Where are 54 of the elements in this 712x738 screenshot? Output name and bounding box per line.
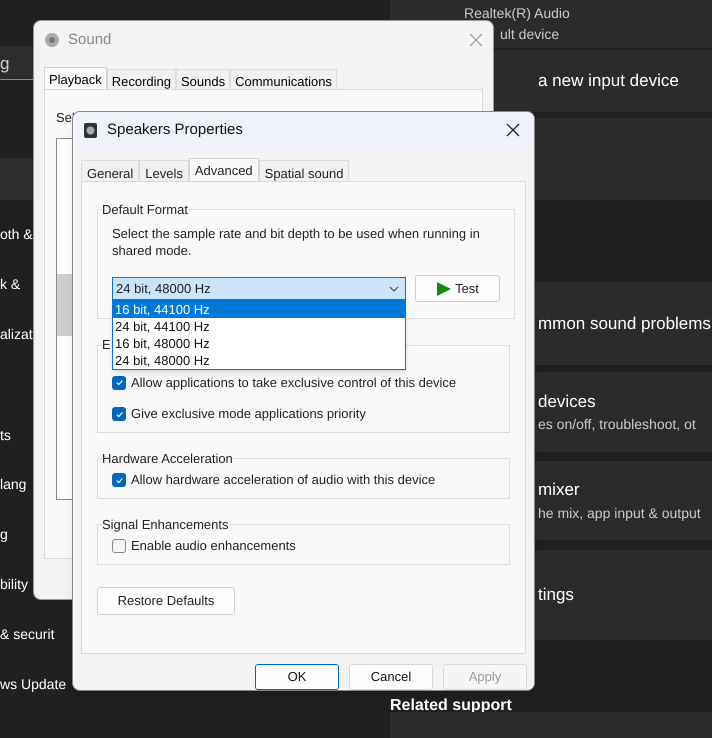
tab[interactable]: Playback (44, 67, 107, 89)
group-heading: E (102, 336, 111, 354)
sidebar-item[interactable]: ws Update (0, 674, 66, 695)
card-title: devices (538, 390, 597, 413)
tab[interactable]: Levels (139, 160, 189, 181)
dialog-button[interactable]: OK (255, 664, 339, 690)
tab[interactable]: Advanced (188, 158, 259, 181)
sidebar-item[interactable]: lang (0, 474, 26, 495)
speaker-icon (83, 122, 99, 139)
checkmark-icon (114, 476, 124, 485)
card-title: Realtek(R) Audio (464, 4, 571, 23)
card-subtitle: ult device (500, 25, 560, 44)
checkbox[interactable] (112, 473, 126, 488)
tab[interactable]: Recording (106, 69, 176, 89)
tab[interactable]: Communications (230, 69, 337, 89)
checkmark-icon (114, 410, 124, 419)
section-heading: Related support (390, 696, 512, 716)
card-subtitle: he mix, app input & output (538, 504, 702, 523)
checkbox-label: Enable audio enhancements (131, 537, 296, 556)
restore-defaults-button[interactable]: Restore Defaults (97, 586, 235, 615)
checkmark-icon (114, 378, 124, 388)
chevron-down-icon (389, 286, 399, 292)
sidebar-item[interactable]: g (0, 524, 8, 545)
checkbox[interactable] (112, 376, 126, 390)
dropdown-option[interactable]: 16 bit, 44100 Hz (113, 301, 405, 318)
sidebar-item[interactable]: alizat (0, 324, 33, 345)
dialog-button[interactable]: Cancel (349, 664, 433, 690)
sidebar-item[interactable]: bility (0, 574, 28, 595)
window-title: Sound (68, 30, 112, 50)
sidebar-item[interactable]: k & (0, 274, 20, 295)
group-heading: Hardware Acceleration (102, 450, 233, 468)
window-title: Speakers Properties (107, 120, 243, 140)
card-title: tings (538, 584, 575, 606)
sidebar-item[interactable]: & securit (0, 624, 54, 645)
card-title: mixer (538, 479, 581, 502)
card-title: a new input device (538, 70, 680, 92)
card-title: mmon sound problems (538, 312, 712, 335)
tab[interactable]: Sounds (176, 69, 230, 89)
test-button[interactable]: Test (415, 275, 500, 302)
checkbox-label: Give exclusive mode applications priority (131, 405, 366, 424)
tab[interactable]: General (81, 160, 140, 181)
checkbox[interactable] (112, 539, 126, 554)
tab[interactable]: Spatial sound (258, 160, 350, 181)
sidebar-item[interactable]: oth & (0, 224, 33, 245)
close-icon[interactable] (506, 123, 520, 138)
checkbox[interactable] (112, 407, 126, 422)
description-text: Select the sample rate and bit depth to be used when running in shared mode. (112, 225, 481, 260)
format-dropdown[interactable]: 24 bit, 48000 Hz (112, 277, 406, 300)
sidebar-item[interactable]: ts (0, 425, 11, 446)
play-icon (436, 280, 452, 297)
group-heading: Signal Enhancements (102, 516, 228, 534)
card-subtitle: es on/off, troubleshoot, ot (538, 415, 697, 434)
group-heading: Default Format (102, 200, 188, 219)
speaker-icon (44, 32, 60, 48)
